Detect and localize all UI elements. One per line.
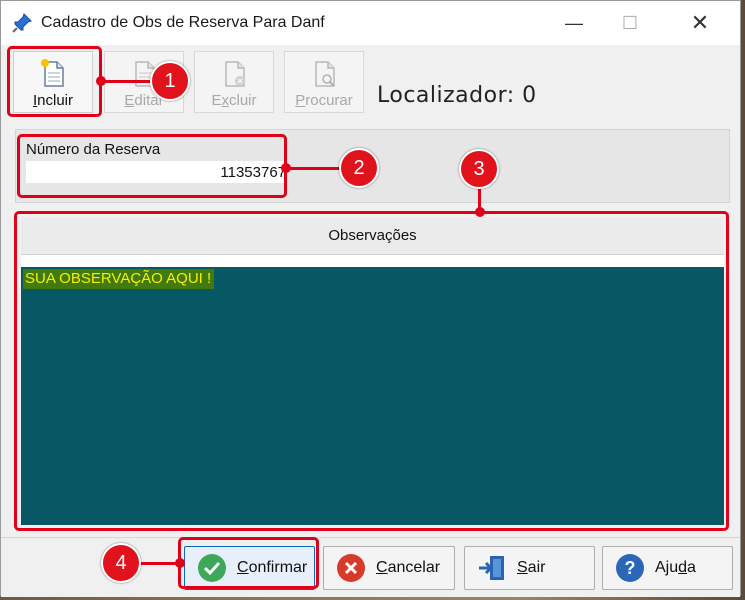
window-title: Cadastro de Obs de Reserva Para Danf: [41, 14, 325, 31]
minimize-button[interactable]: —: [551, 1, 597, 45]
annotation-dot-4: [175, 558, 185, 568]
close-button[interactable]: ✕: [677, 1, 723, 45]
annotation-marker-3: 3: [459, 149, 499, 189]
annotation-box-2: [17, 134, 287, 198]
annotation-dot-2: [281, 163, 291, 173]
maximize-button[interactable]: ☐: [607, 1, 653, 45]
annotation-line-2: [286, 167, 341, 170]
annotation-box-4: [178, 537, 319, 589]
ajuda-label: Ajuda: [655, 559, 696, 576]
search-document-icon: [315, 61, 335, 87]
sair-label: Sair: [517, 559, 546, 576]
sair-button[interactable]: Sair: [464, 546, 595, 590]
cancelar-label: Cancelar: [376, 559, 441, 576]
annotation-marker-1: 1: [150, 61, 190, 101]
localizador-label: Localizador: 0: [377, 83, 537, 108]
ajuda-button[interactable]: ? Ajuda: [602, 546, 733, 590]
excluir-label: Excluir: [211, 92, 257, 109]
cancelar-button[interactable]: Cancelar: [323, 546, 455, 590]
exit-door-icon: [477, 553, 507, 583]
annotation-marker-2: 2: [339, 148, 379, 188]
title-bar: Cadastro de Obs de Reserva Para Danf — ☐…: [1, 1, 740, 45]
annotation-marker-4: 4: [101, 543, 141, 583]
cancel-icon: [336, 553, 366, 583]
excluir-button[interactable]: Excluir: [194, 51, 274, 113]
annotation-line-1: [101, 80, 151, 83]
annotation-dot-3: [475, 207, 485, 217]
annotation-box-3: [14, 211, 729, 531]
procurar-label: Procurar: [295, 92, 353, 109]
delete-document-icon: [225, 61, 245, 87]
annotation-box-1: [7, 46, 102, 117]
pushpin-icon: [12, 13, 32, 33]
procurar-button[interactable]: Procurar: [284, 51, 364, 113]
help-icon: ?: [615, 553, 645, 583]
annotation-dot-1: [96, 76, 106, 86]
svg-text:?: ?: [625, 558, 636, 578]
